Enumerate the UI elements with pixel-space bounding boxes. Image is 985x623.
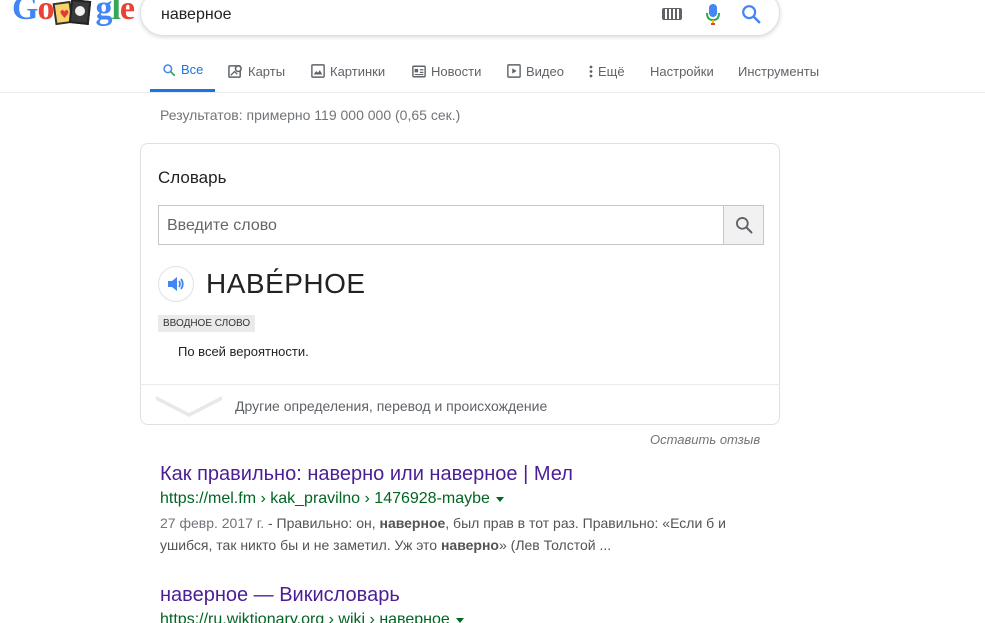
dictionary-more-link[interactable]: Другие определения, перевод и происхожде… — [141, 385, 779, 425]
tab-news[interactable]: Новости — [412, 50, 481, 92]
logo-letter: e — [119, 0, 135, 27]
search-result: Как правильно: наверно или наверное | Ме… — [160, 463, 760, 556]
video-icon — [507, 64, 521, 78]
dictionary-search-button[interactable] — [723, 206, 763, 244]
result-snippet: 27 февр. 2017 г. - Правильно: он, наверн… — [160, 512, 760, 556]
result-title-link[interactable]: наверное — Викисловарь — [160, 584, 760, 607]
snippet-highlight: наверное — [379, 515, 446, 531]
dictionary-headword: НАВЕ́РНОЕ — [206, 268, 366, 299]
caret-down-icon[interactable] — [455, 617, 464, 623]
search-result: наверное — Викисловарь https://ru.wiktio… — [160, 584, 760, 623]
tab-tools[interactable]: Инструменты — [738, 50, 819, 92]
caret-down-icon[interactable] — [495, 496, 504, 502]
results-stats: Результатов: примерно 119 000 000 (0,65 … — [160, 107, 461, 123]
dictionary-search-placeholder[interactable]: Введите слово — [167, 217, 277, 235]
search-tabs: Все Карты Картинки Новости Видео Ещё Нас… — [0, 50, 985, 93]
tab-label: Все — [181, 62, 204, 77]
tab-label: Ещё — [598, 63, 625, 79]
search-icon — [162, 63, 176, 77]
tab-settings[interactable]: Настройки — [650, 50, 714, 92]
search-icon — [735, 217, 752, 234]
part-of-speech-badge: вводное слово — [158, 315, 256, 332]
doodle-image: ♥ — [53, 0, 94, 28]
pronunciation-button[interactable] — [158, 266, 194, 302]
tab-label: Новости — [431, 63, 482, 79]
snippet-text: - Правильно: он, — [264, 515, 380, 531]
result-title-link[interactable]: Как правильно: наверно или наверное | Ме… — [160, 463, 760, 486]
result-date: 27 февр. 2017 г. — [160, 515, 265, 531]
logo-letter: g — [95, 0, 112, 27]
search-icon[interactable] — [740, 3, 762, 25]
part-of-speech-label: вводное слово — [163, 318, 251, 329]
tab-more[interactable]: Ещё — [589, 50, 625, 92]
tab-label: Видео — [526, 63, 564, 79]
dictionary-more-text: Другие определения, перевод и происхожде… — [235, 398, 548, 414]
microphone-icon[interactable] — [706, 3, 720, 27]
result-url-text: https://mel.fm › kak_pravilno › 1476928-… — [160, 490, 490, 507]
logo-letter: o — [37, 0, 54, 27]
tab-label: Настройки — [650, 63, 714, 79]
result-url: https://mel.fm › kak_pravilno › 1476928-… — [160, 490, 760, 508]
dictionary-search-field[interactable]: Введите слово — [158, 205, 764, 245]
snippet-highlight: наверно — [440, 537, 499, 553]
dictionary-card: Словарь Введите слово НАВЕ́РНОЕ вводное … — [140, 143, 780, 425]
search-input[interactable]: наверное — [161, 6, 231, 24]
more-vert-icon — [589, 65, 593, 78]
snippet-text: » (Лев Толстой ... — [498, 537, 612, 553]
tab-label: Картинки — [330, 63, 386, 79]
map-icon — [228, 64, 243, 79]
result-url-text: https://ru.wiktionary.org › wiki › навер… — [160, 611, 450, 623]
logo-letter: G — [12, 0, 38, 27]
feedback-link[interactable]: Оставить отзыв — [650, 432, 760, 447]
tab-label: Инструменты — [738, 63, 820, 79]
result-url: https://ru.wiktionary.org › wiki › навер… — [160, 611, 760, 623]
speaker-icon — [168, 277, 184, 291]
search-box[interactable]: наверное — [140, 0, 780, 36]
tab-all[interactable]: Все — [150, 50, 216, 92]
dictionary-title: Словарь — [158, 168, 227, 187]
google-doodle-logo[interactable]: Go ♥ g l e — [12, 0, 135, 28]
chevron-down-icon — [156, 396, 222, 417]
tab-images[interactable]: Картинки — [311, 50, 385, 92]
dictionary-definition: По всей вероятности. — [178, 344, 309, 359]
news-icon — [412, 65, 426, 78]
tab-maps[interactable]: Карты — [228, 50, 285, 92]
tab-label: Карты — [248, 63, 286, 79]
image-icon — [311, 64, 325, 78]
tab-video[interactable]: Видео — [507, 50, 564, 92]
keyboard-icon[interactable] — [662, 8, 682, 20]
logo-letter: l — [111, 0, 121, 27]
